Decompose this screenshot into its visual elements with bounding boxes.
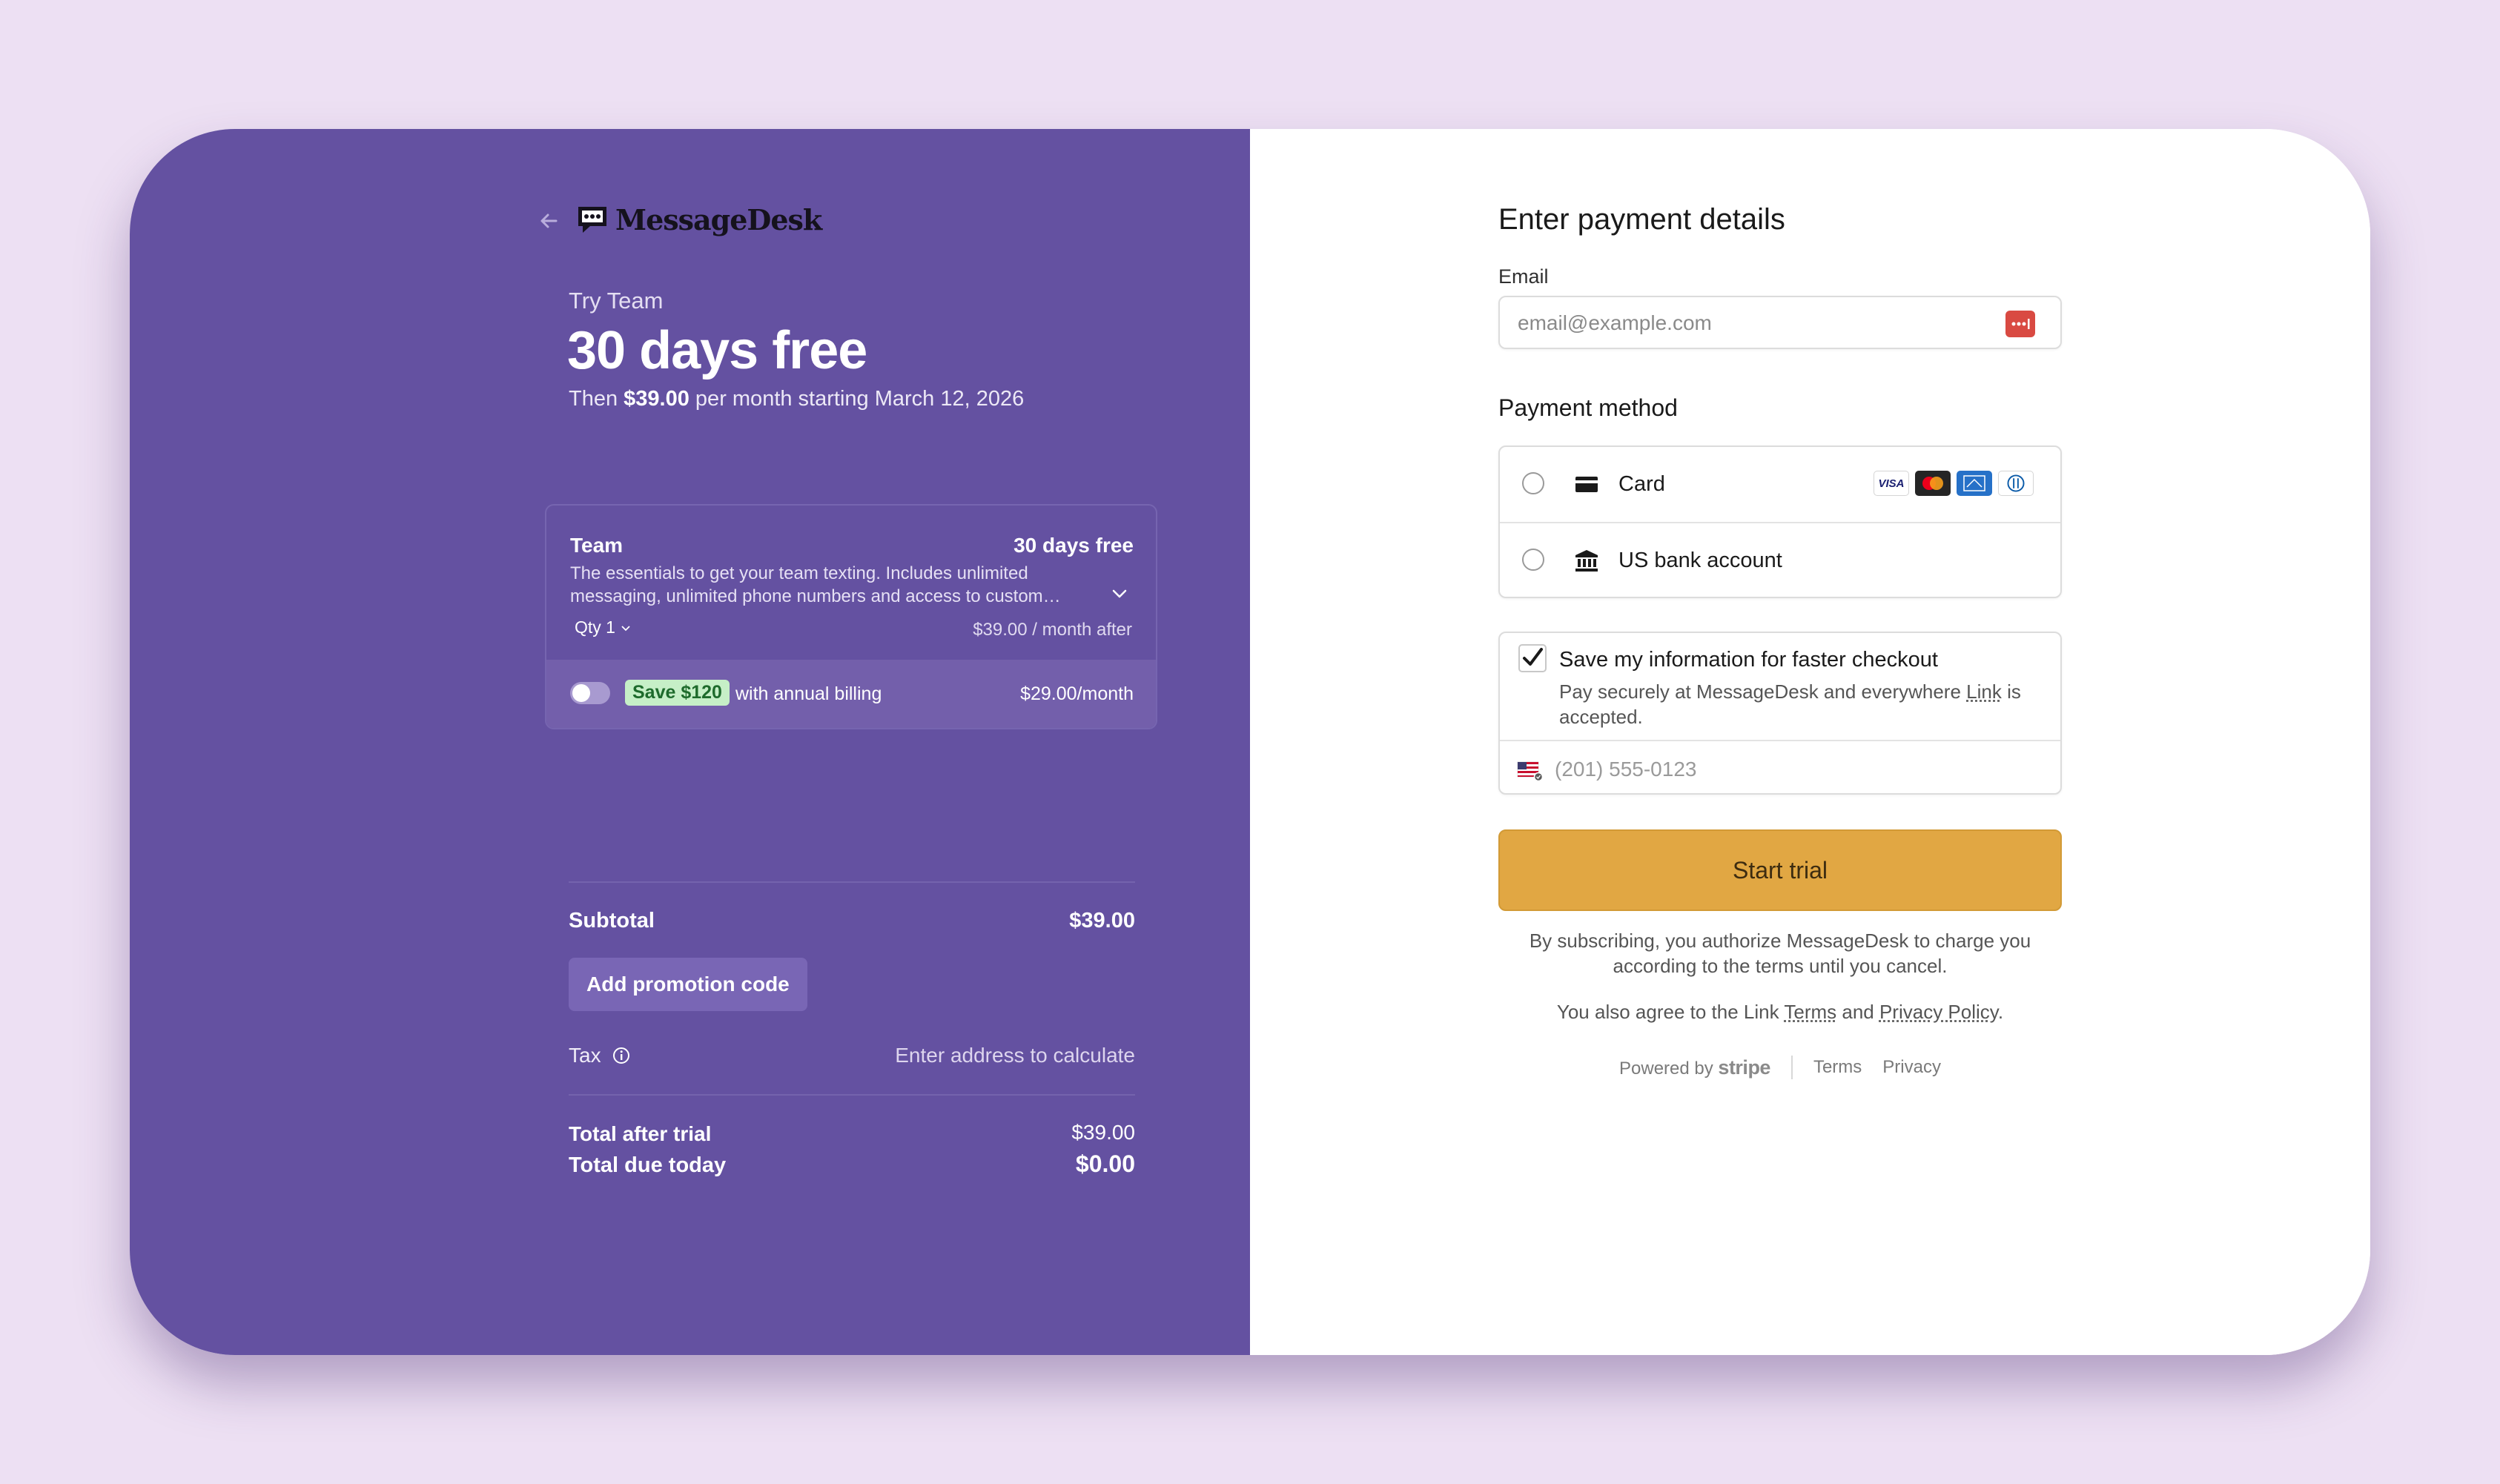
trial-headline: 30 days free [567, 321, 867, 380]
trial-plan-label: Try Team [569, 288, 664, 314]
payment-method-bank[interactable]: US bank account [1500, 522, 2060, 598]
save-info-description: Pay securely at MessageDesk and everywhe… [1559, 679, 2048, 729]
annual-billing-upsell: Save $120 with annual billing $29.00/mon… [546, 660, 1156, 728]
tax-label: Tax [569, 1044, 601, 1067]
payment-method-options: Card VISA US bank account [1498, 445, 2062, 598]
total-due-today-value: $0.00 [1075, 1150, 1135, 1177]
phone-input[interactable] [1553, 755, 1971, 784]
us-flag-icon[interactable] [1516, 759, 1544, 781]
quantity-label: Qty 1 [575, 617, 615, 637]
plan-trial-badge: 30 days free [1013, 534, 1134, 557]
subtotal-label: Subtotal [569, 909, 655, 933]
plan-line-item: Team 30 days free The essentials to get … [545, 504, 1157, 729]
toggle-knob [572, 684, 590, 702]
email-field [1498, 296, 2062, 349]
card-brand-logos: VISA [1874, 471, 2034, 496]
back-arrow-icon[interactable] [534, 206, 563, 236]
plan-price-after: $39.00 / month after [973, 620, 1132, 640]
footer-separator [1790, 1056, 1793, 1079]
email-input[interactable] [1516, 308, 1964, 339]
chat-bubble-icon [578, 207, 606, 233]
phone-field [1500, 740, 2060, 796]
brand-logo[interactable]: MessageDesk [575, 200, 822, 239]
checkout-card: MessageDesk Try Team 30 days free Then $… [130, 129, 2370, 1355]
card-label: Card [1618, 472, 1665, 496]
privacy-policy-link[interactable]: Privacy Policy [1879, 1001, 1998, 1023]
info-icon[interactable] [612, 1046, 631, 1065]
divider [569, 1094, 1135, 1096]
bank-radio[interactable] [1522, 549, 1544, 571]
authorization-text: By subscribing, you authorize MessageDes… [1529, 930, 2031, 977]
annual-price: $29.00/month [1020, 683, 1134, 704]
mastercard-icon [1915, 471, 1951, 496]
divider [569, 881, 1135, 883]
password-manager-icon[interactable] [2005, 311, 2035, 337]
tax-row-label: Tax [569, 1044, 631, 1067]
order-summary-panel: MessageDesk Try Team 30 days free Then $… [130, 129, 1250, 1355]
plan-description: The essentials to get your team texting.… [570, 563, 1061, 606]
powered-by-stripe[interactable]: Powered by stripe [1619, 1056, 1770, 1079]
start-trial-button[interactable]: Start trial [1498, 829, 2062, 911]
add-promotion-code-button[interactable]: Add promotion code [569, 958, 807, 1011]
payment-method-card[interactable]: Card VISA [1500, 447, 2060, 522]
link-agreement-text: You also agree to the Link Terms and Pri… [1498, 1001, 2062, 1024]
bank-icon [1575, 550, 1598, 572]
chevron-down-icon[interactable] [1108, 583, 1131, 605]
visa-icon: VISA [1874, 471, 1909, 496]
footer-terms-link[interactable]: Terms [1813, 1057, 1862, 1078]
link-link[interactable]: Link [1966, 680, 2002, 703]
save-info-checkbox[interactable] [1518, 643, 1547, 673]
save-info-title: Save my information for faster checkout [1559, 648, 1938, 672]
link-terms-link[interactable]: Terms [1784, 1001, 1836, 1023]
payment-method-label: Payment method [1498, 394, 1678, 421]
billing-terms-prefix: Then [569, 387, 624, 411]
payment-title: Enter payment details [1498, 203, 1785, 236]
annual-billing-toggle[interactable] [570, 682, 610, 704]
bank-label: US bank account [1618, 549, 1782, 572]
plan-name: Team [570, 534, 624, 557]
billing-terms: Then $39.00 per month starting March 12,… [569, 387, 1024, 411]
brand-name: MessageDesk [615, 202, 822, 236]
total-due-today-label: Total due today [569, 1153, 727, 1177]
billing-terms-price: $39.00 [624, 387, 690, 411]
savings-badge: Save $120 [625, 680, 730, 706]
total-after-trial-label: Total after trial [569, 1122, 712, 1145]
diners-club-icon [1998, 471, 2034, 496]
agree-prefix: You also agree to the Link [1556, 1001, 1785, 1023]
tax-value: Enter address to calculate [895, 1044, 1135, 1067]
link-save-info: Save my information for faster checkout … [1498, 632, 2062, 795]
stripe-footer: Powered by stripe Terms Privacy [1498, 1056, 2062, 1079]
amex-icon [1957, 471, 1992, 496]
credit-card-icon [1575, 477, 1598, 492]
total-after-trial-value: $39.00 [1071, 1121, 1135, 1144]
stripe-logo: stripe [1718, 1056, 1770, 1079]
quantity-selector[interactable]: Qty 1 [569, 615, 638, 640]
footer-privacy-link[interactable]: Privacy [1882, 1057, 1941, 1078]
agree-end: . [1997, 1001, 2004, 1023]
agree-mid: and [1836, 1001, 1879, 1023]
subtotal-value: $39.00 [1069, 909, 1135, 933]
save-info-desc-prefix: Pay securely at MessageDesk and everywhe… [1559, 680, 1967, 703]
powered-by-label: Powered by [1619, 1058, 1713, 1079]
plan-details: Team 30 days free The essentials to get … [546, 506, 1156, 660]
annual-billing-label: with annual billing [735, 683, 882, 704]
dots-icon [2011, 319, 2030, 329]
email-label: Email [1498, 265, 1549, 288]
chevron-down-icon [621, 625, 630, 631]
billing-terms-suffix: per month starting March 12, 2026 [689, 387, 1025, 411]
payment-form-panel: Enter payment details Email Payment meth… [1250, 129, 2370, 1355]
card-radio[interactable] [1522, 472, 1544, 494]
